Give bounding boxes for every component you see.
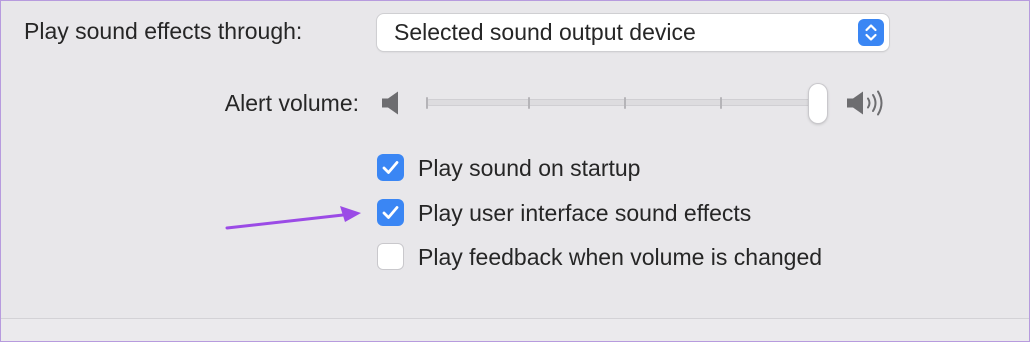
startup-sound-checkbox[interactable] bbox=[377, 154, 404, 181]
chevron-up-down-icon bbox=[858, 19, 884, 46]
alert-volume-slider-knob[interactable] bbox=[809, 84, 827, 123]
volume-tick bbox=[624, 97, 626, 109]
volume-tick bbox=[528, 97, 530, 109]
ui-sound-effects-label[interactable]: Play user interface sound effects bbox=[418, 200, 751, 227]
speaker-low-icon bbox=[381, 90, 405, 116]
volume-feedback-label[interactable]: Play feedback when volume is changed bbox=[418, 244, 822, 271]
checkmark-icon bbox=[382, 206, 399, 219]
panel-bottom-strip bbox=[1, 318, 1029, 341]
annotation-arrow-icon bbox=[225, 206, 361, 230]
sound-effects-panel: Play sound effects through: Selected sou… bbox=[0, 0, 1030, 342]
volume-tick bbox=[720, 97, 722, 109]
alert-volume-label: Alert volume: bbox=[224, 90, 359, 116]
volume-tick bbox=[426, 97, 428, 109]
volume-feedback-checkbox[interactable] bbox=[377, 243, 404, 270]
output-device-value: Selected sound output device bbox=[394, 19, 696, 45]
ui-sound-effects-checkbox[interactable] bbox=[377, 199, 404, 226]
startup-sound-label[interactable]: Play sound on startup bbox=[418, 155, 640, 182]
output-device-label: Play sound effects through: bbox=[24, 18, 303, 44]
output-device-popup[interactable]: Selected sound output device bbox=[377, 14, 889, 51]
alert-volume-track[interactable] bbox=[426, 99, 818, 106]
checkmark-icon bbox=[382, 161, 399, 174]
speaker-high-icon bbox=[846, 89, 892, 117]
